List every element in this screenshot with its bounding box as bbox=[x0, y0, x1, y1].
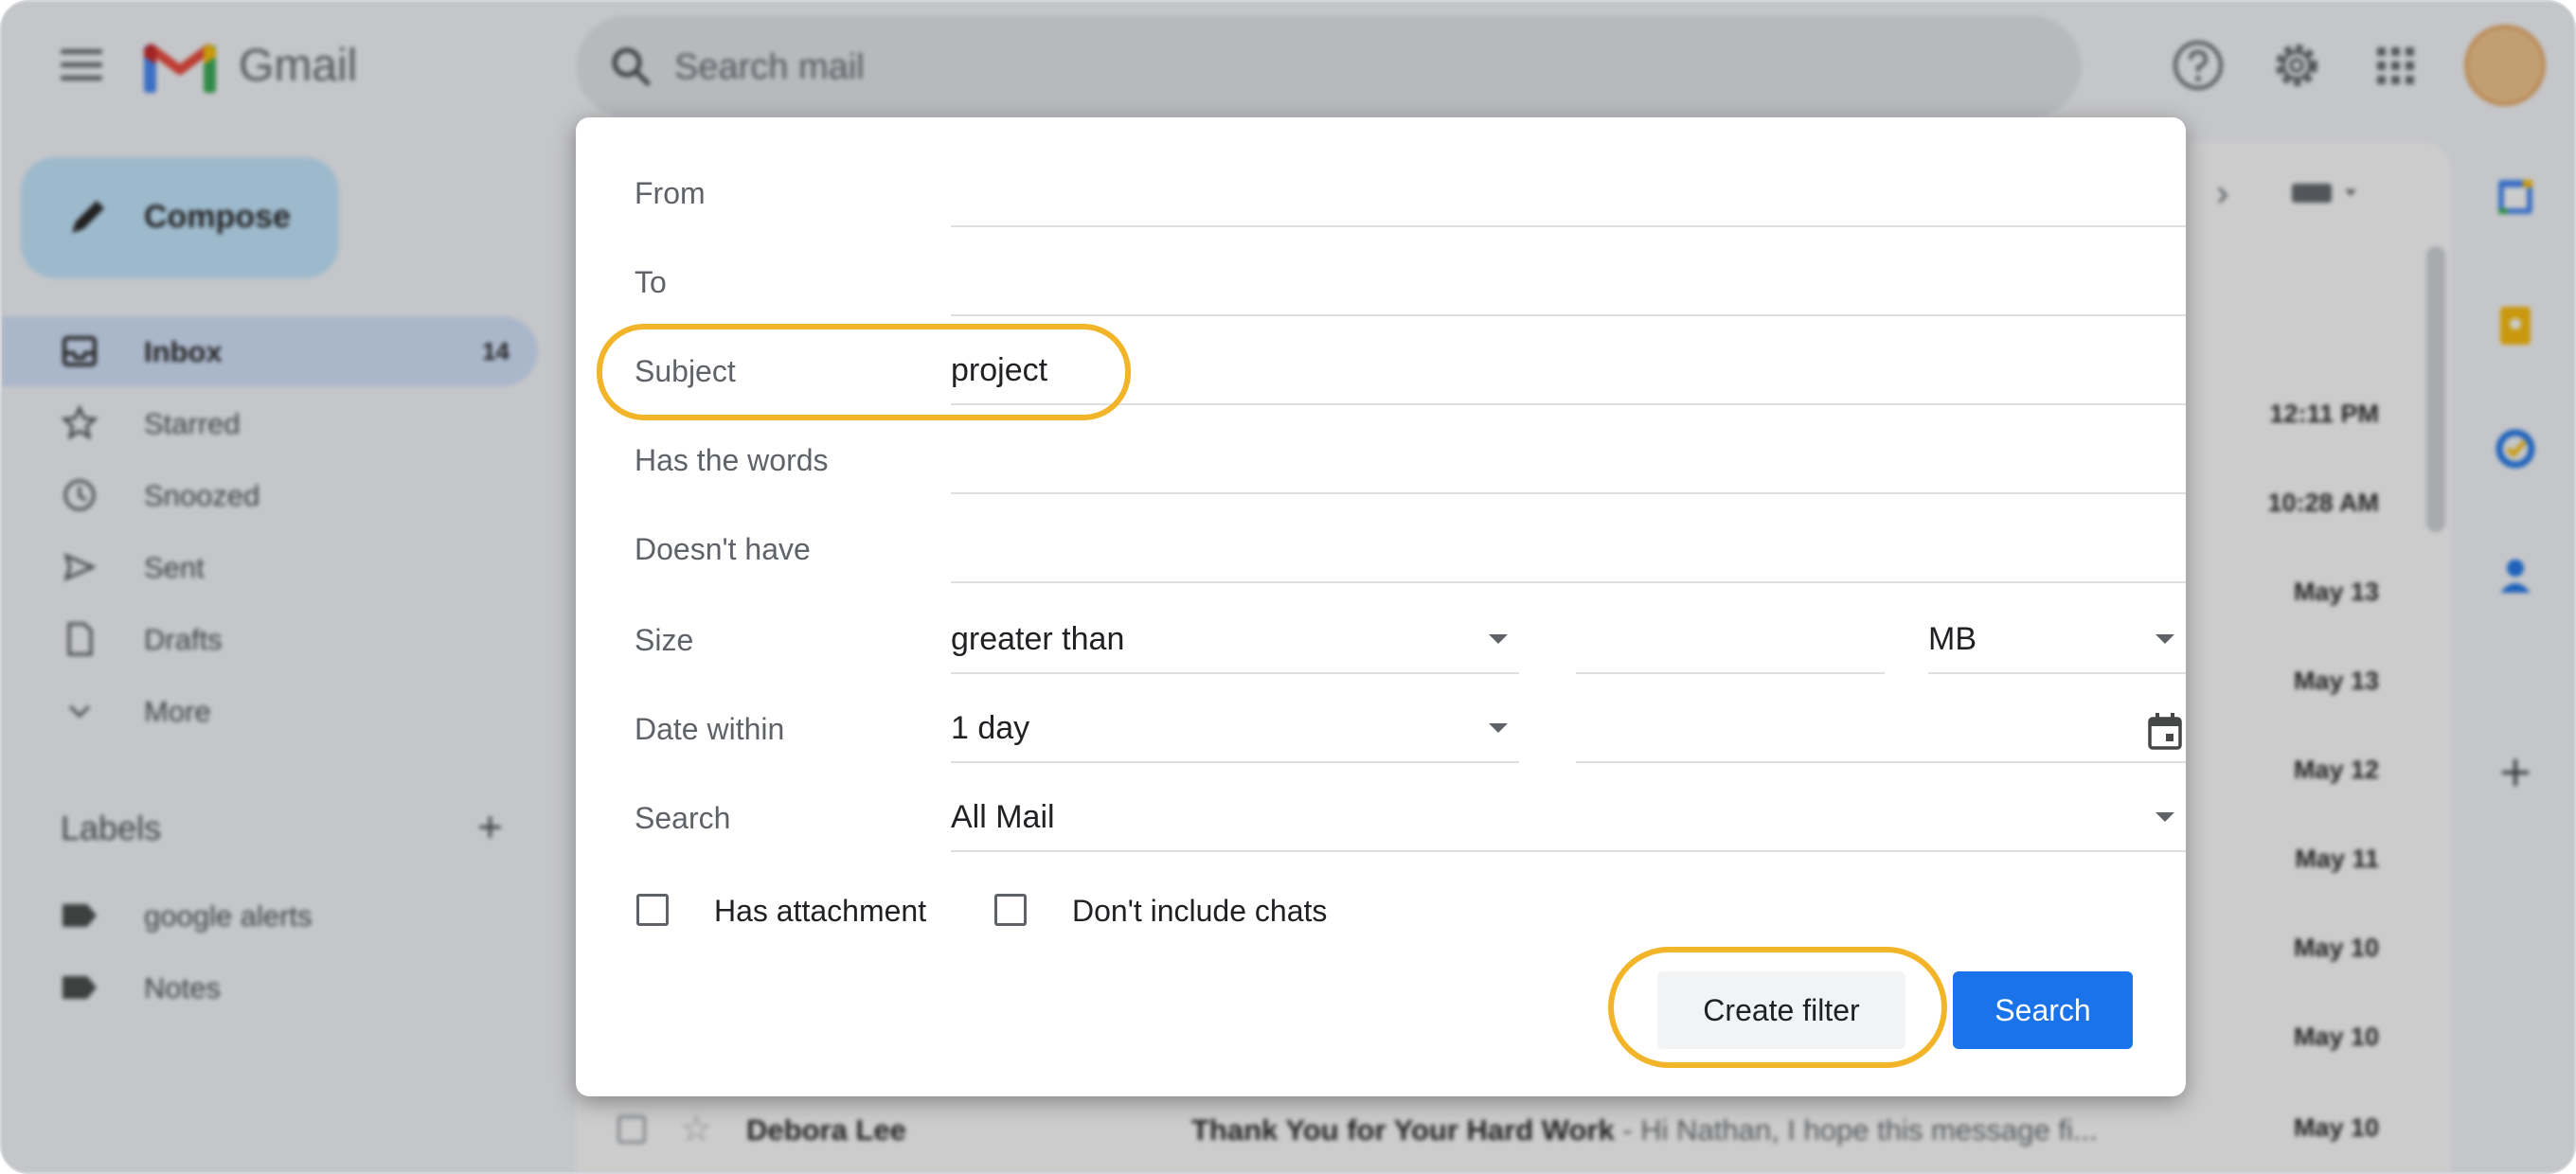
date-field[interactable] bbox=[1576, 697, 2186, 763]
subject-highlight-outline bbox=[597, 324, 1131, 420]
checkbox-box[interactable] bbox=[994, 894, 1027, 926]
size-operator-value: greater than bbox=[951, 621, 1125, 657]
size-operator-select[interactable]: greater than bbox=[951, 608, 1519, 674]
dropdown-arrow-icon bbox=[1489, 723, 1508, 733]
has-words-field[interactable] bbox=[951, 428, 2186, 494]
create-filter-highlight-outline bbox=[1608, 947, 1947, 1068]
date-within-row: Date within 1 day bbox=[629, 697, 2186, 763]
size-row: Size greater than MB bbox=[629, 608, 2186, 674]
checkbox-box[interactable] bbox=[636, 894, 669, 926]
dropdown-arrow-icon bbox=[1489, 634, 1508, 644]
search-scope-value: All Mail bbox=[951, 799, 1055, 835]
size-value-field[interactable] bbox=[1576, 608, 1885, 674]
search-scope-row: Search All Mail bbox=[629, 786, 2186, 852]
doesnt-have-label: Doesn't have bbox=[635, 532, 811, 566]
has-attachment-label: Has attachment bbox=[714, 894, 927, 928]
dont-include-chats-label: Don't include chats bbox=[1072, 894, 1328, 928]
filter-checkboxes: Has attachment Don't include chats bbox=[633, 880, 1580, 937]
subject-field[interactable]: project bbox=[951, 339, 2186, 405]
dropdown-arrow-icon bbox=[2156, 634, 2174, 644]
search-button[interactable]: Search bbox=[1953, 971, 2133, 1049]
date-within-value: 1 day bbox=[951, 710, 1030, 746]
size-unit-value: MB bbox=[1928, 621, 1977, 657]
search-scope-label: Search bbox=[635, 801, 731, 835]
dont-include-chats-checkbox[interactable]: Don't include chats bbox=[991, 880, 1407, 937]
has-words-row: Has the words bbox=[629, 428, 2186, 494]
size-label: Size bbox=[635, 623, 694, 657]
has-words-label: Has the words bbox=[635, 443, 829, 477]
doesnt-have-field[interactable] bbox=[951, 517, 2186, 583]
calendar-icon[interactable] bbox=[2146, 712, 2184, 752]
doesnt-have-row: Doesn't have bbox=[629, 517, 2186, 583]
has-attachment-checkbox[interactable]: Has attachment bbox=[633, 880, 955, 937]
to-label: To bbox=[635, 265, 667, 299]
to-row: To bbox=[629, 250, 2186, 316]
to-field[interactable] bbox=[951, 250, 2186, 316]
screen-frame: Gmail Search mail Compose Inbox 14 Starr… bbox=[0, 0, 2576, 1174]
from-row: From bbox=[629, 161, 2186, 227]
date-within-label: Date within bbox=[635, 712, 785, 746]
from-field[interactable] bbox=[951, 161, 2186, 227]
dropdown-arrow-icon bbox=[2156, 812, 2174, 822]
date-within-select[interactable]: 1 day bbox=[951, 697, 1519, 763]
size-unit-select[interactable]: MB bbox=[1928, 608, 2186, 674]
search-scope-select[interactable]: All Mail bbox=[951, 786, 2186, 852]
search-filter-dialog: From To Subject project Has the words Do… bbox=[576, 117, 2186, 1096]
from-label: From bbox=[635, 176, 706, 210]
